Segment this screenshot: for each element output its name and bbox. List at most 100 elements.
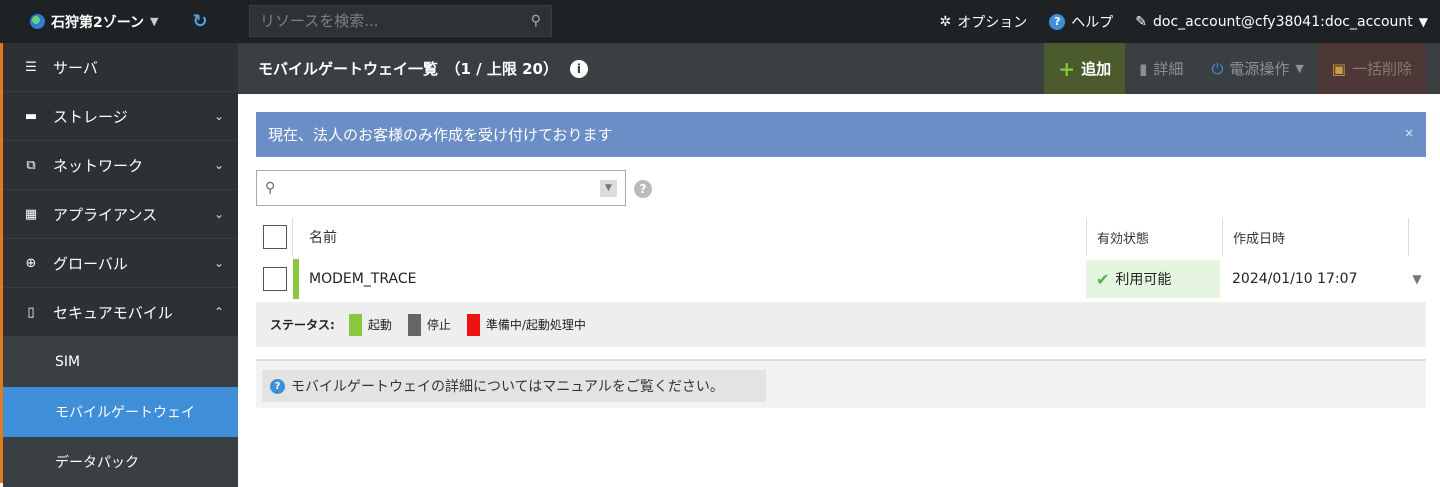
globe-icon: ⊕ (25, 255, 37, 271)
bulk-delete-label: 一括削除 (1351, 60, 1412, 78)
legend-swatch-running (348, 313, 362, 336)
legend-title: ステータス: (270, 318, 335, 332)
search-icon: ⚲ (265, 180, 276, 196)
page-header: モバイルゲートウェイ一覧 （1 / 上限 20） i + 追加 ▮ 詳細 ⏻ 電… (238, 43, 1440, 94)
sidebar-item-label: アプライアンス (53, 205, 158, 224)
caret-down-icon: ▼ (150, 15, 159, 28)
account-menu[interactable]: ✎ doc_account@cfy38041:doc_account ▼ (1135, 14, 1428, 30)
sidebar-subitem-datapack[interactable]: データパック (3, 437, 238, 487)
table-row[interactable]: MODEM_TRACE ✔ 利用可能 2024/01/10 17:07 ▼ (256, 258, 1426, 300)
chevron-down-icon: ⌄ (213, 207, 224, 221)
server-icon: ☰ (25, 59, 37, 75)
detail-label: 詳細 (1153, 60, 1184, 78)
question-icon: ? (270, 378, 285, 394)
row-created: 2024/01/10 17:07 (1232, 271, 1358, 287)
power-button[interactable]: ⏻ 電源操作 ▼ (1197, 43, 1317, 94)
sidebar-item-label: ストレージ (53, 107, 128, 126)
column-header-state[interactable]: 有効状態 (1086, 218, 1220, 256)
network-icon: ⧉ (26, 157, 36, 173)
sidebar-item-label: セキュアモバイル (53, 303, 173, 322)
action-toolbar: + 追加 ▮ 詳細 ⏻ 電源操作 ▼ ▣ 一括削除 (1044, 43, 1426, 94)
row-name: MODEM_TRACE (309, 271, 417, 287)
column-header-name[interactable]: 名前 (309, 227, 337, 247)
notice-text: 現在、法人のお客様のみ作成を受け付けております (268, 126, 613, 144)
add-button[interactable]: + 追加 (1044, 43, 1126, 94)
legend-swatch-preparing (466, 313, 480, 336)
detail-button[interactable]: ▮ 詳細 (1125, 43, 1197, 94)
appliance-icon: ▦ (24, 206, 38, 222)
sidebar: ☰ サーバ ▬ ストレージ ⌄ ⧉ ネットワーク ⌄ ▦ アプライアンス ⌄ ⊕… (0, 43, 238, 487)
trash-icon: ▣ (1331, 59, 1346, 78)
filter-box: ⚲ ▼ (256, 170, 626, 206)
resource-search: ⚲ (249, 5, 552, 37)
legend-label-running: 起動 (367, 318, 392, 332)
sidebar-item-storage[interactable]: ▬ ストレージ ⌄ (3, 92, 238, 141)
row-state-label: 利用可能 (1115, 272, 1172, 288)
globe-icon (30, 14, 45, 29)
chevron-down-icon: ⌄ (213, 256, 224, 270)
column-divider (292, 218, 293, 256)
add-label: 追加 (1081, 60, 1112, 78)
sidebar-item-label: ネットワーク (53, 156, 144, 175)
chevron-down-icon: ⌄ (213, 109, 224, 123)
legend-label-preparing: 準備中/起動処理中 (485, 318, 586, 332)
sidebar-item-secure-mobile[interactable]: ▯ セキュアモバイル ⌃ (3, 288, 238, 337)
sidebar-item-label: サーバ (53, 58, 98, 77)
legend-label-stopped: 停止 (426, 318, 451, 332)
legend-swatch-stopped (407, 313, 421, 336)
sidebar-item-appliance[interactable]: ▦ アプライアンス ⌄ (3, 190, 238, 239)
help-icon[interactable]: ? (634, 180, 652, 198)
row-state: ✔ 利用可能 (1086, 260, 1220, 298)
manual-hint[interactable]: ? モバイルゲートウェイの詳細についてはマニュアルをご覧ください。 (262, 370, 766, 402)
sidebar-item-network[interactable]: ⧉ ネットワーク ⌄ (3, 141, 238, 190)
zone-selector[interactable]: 石狩第2ゾーン ▼ (0, 0, 180, 43)
filter-input[interactable] (281, 180, 600, 196)
page-title-wrap: モバイルゲートウェイ一覧 （1 / 上限 20） i (238, 58, 588, 79)
plus-icon: + (1058, 56, 1076, 81)
page-title: モバイルゲートウェイ一覧 （1 / 上限 20） (258, 60, 558, 78)
top-right-menu: ✲ オプション ? ヘルプ ✎ doc_account@cfy38041:doc… (940, 0, 1428, 43)
info-icon[interactable]: i (569, 59, 588, 78)
mobile-icon: ▯ (27, 304, 35, 320)
table-header: 名前 有効状態 作成日時 (256, 216, 1426, 258)
sidebar-item-server[interactable]: ☰ サーバ (3, 43, 238, 92)
column-header-created[interactable]: 作成日時 (1222, 218, 1408, 256)
select-all-checkbox[interactable] (263, 225, 287, 249)
sidebar-item-global[interactable]: ⊕ グローバル ⌄ (3, 239, 238, 288)
gateway-table: 名前 有効状態 作成日時 MODEM_TRACE ✔ 利用可能 2024/01/… (256, 216, 1426, 300)
manual-text: モバイルゲートウェイの詳細についてはマニュアルをご覧ください。 (291, 379, 724, 395)
power-icon: ⏻ (1211, 59, 1224, 78)
check-icon: ✔ (1096, 269, 1110, 289)
zone-label: 石狩第2ゾーン (51, 14, 145, 31)
power-label: 電源操作 (1229, 60, 1290, 78)
options-label: オプション (957, 14, 1028, 31)
question-icon: ? (1049, 13, 1066, 30)
help-label: ヘルプ (1071, 14, 1114, 31)
status-indicator (293, 259, 299, 299)
account-label: doc_account@cfy38041:doc_account (1153, 13, 1413, 30)
bulk-delete-button[interactable]: ▣ 一括削除 (1317, 43, 1426, 94)
options-button[interactable]: ✲ オプション (940, 12, 1028, 32)
status-legend: ステータス: 起動 停止 準備中/起動処理中 (256, 302, 1426, 347)
caret-down-icon: ▼ (1295, 62, 1304, 75)
manual-hint-panel: ? モバイルゲートウェイの詳細についてはマニュアルをご覧ください。 (256, 361, 1426, 408)
feather-icon: ✎ (1135, 13, 1147, 30)
dropdown-icon[interactable]: ▼ (600, 179, 617, 197)
notice-banner: 現在、法人のお客様のみ作成を受け付けております × (256, 112, 1426, 157)
resource-search-input[interactable] (260, 12, 531, 30)
column-divider (1408, 218, 1409, 256)
help-button[interactable]: ? ヘルプ (1049, 12, 1113, 32)
sidebar-item-label: グローバル (53, 254, 128, 273)
book-icon: ▮ (1139, 59, 1148, 78)
search-icon[interactable]: ⚲ (531, 13, 541, 29)
chevron-down-icon: ⌄ (213, 158, 224, 172)
top-bar: 石狩第2ゾーン ▼ ↻ ⚲ ✲ オプション ? ヘルプ ✎ doc_accoun… (0, 0, 1440, 43)
row-checkbox[interactable] (263, 267, 287, 291)
chevron-up-icon: ⌃ (213, 305, 224, 319)
sidebar-subitem-sim[interactable]: SIM (3, 337, 238, 387)
caret-down-icon: ▼ (1418, 14, 1428, 29)
close-icon[interactable]: × (1404, 126, 1414, 140)
sidebar-subitem-mobile-gateway[interactable]: モバイルゲートウェイ (3, 387, 238, 437)
expand-row-icon[interactable]: ▼ (1408, 272, 1426, 286)
refresh-icon[interactable]: ↻ (180, 0, 220, 43)
